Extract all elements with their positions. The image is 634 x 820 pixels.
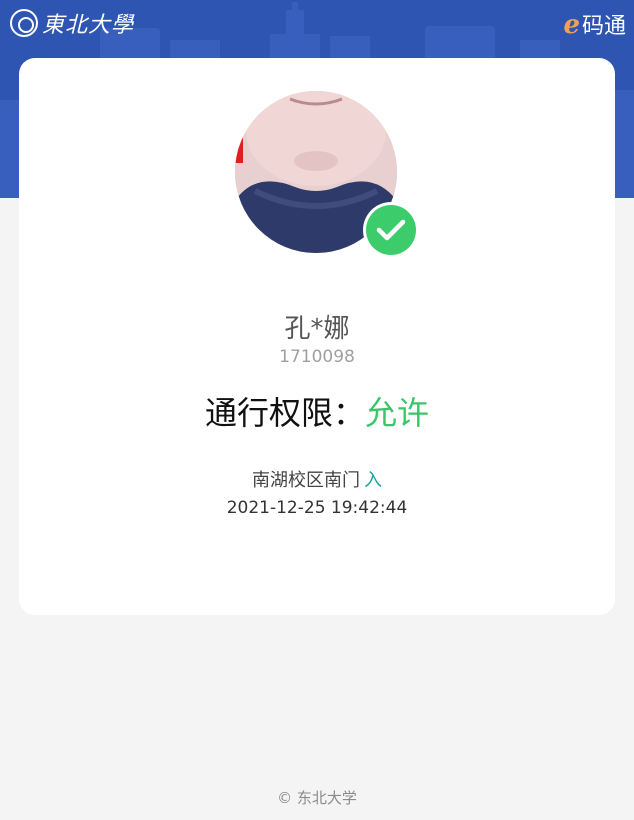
ecode-brand: e 码通	[563, 8, 626, 40]
permission-status: 允许	[365, 394, 430, 432]
footer-copyright: © 东北大学	[277, 789, 357, 807]
permission-line: 通行权限：允许	[19, 388, 615, 434]
pass-card: 孔*娜 1710098 通行权限：允许 南湖校区南门入 2021-12-25 1…	[19, 58, 615, 615]
logo-text: 東北大學	[42, 13, 135, 38]
brand-letter: e	[563, 10, 580, 40]
location-name: 南湖校区南门	[252, 470, 360, 491]
university-emblem-icon	[10, 9, 38, 37]
verified-badge	[363, 202, 419, 258]
gate-location: 南湖校区南门入	[19, 466, 615, 492]
pass-timestamp: 2021-12-25 19:42:44	[226, 498, 408, 518]
user-name: 孔*娜	[284, 314, 350, 344]
entry-direction: 入	[364, 470, 382, 491]
check-circle-icon	[366, 205, 416, 255]
permission-label: 通行权限：	[204, 394, 365, 432]
university-logo: 東北大學	[10, 8, 134, 38]
student-id: 1710098	[279, 347, 355, 367]
brand-text: 码通	[581, 14, 626, 39]
